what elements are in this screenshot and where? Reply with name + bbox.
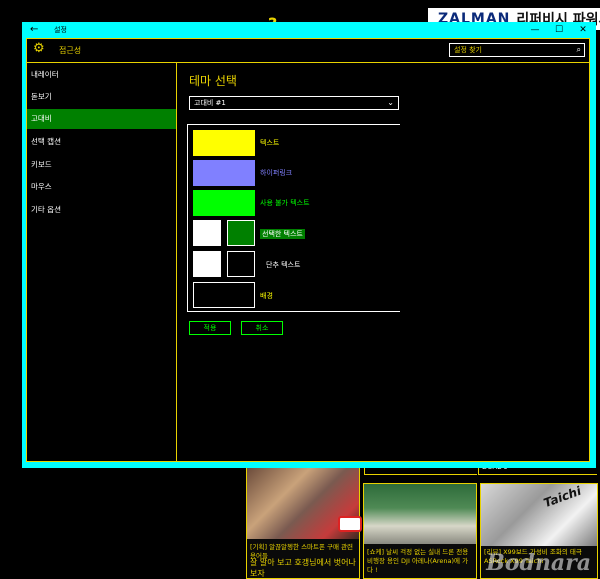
selected-text-background-swatch[interactable] <box>227 220 255 246</box>
button-text-label: 단추 텍스트 <box>266 261 301 269</box>
news-thumb <box>364 484 476 544</box>
sidebar-item-other-options[interactable]: 기타 옵션 <box>27 200 176 220</box>
sidebar: 내레이터 돋보기 고대비 선택 캡션 키보드 마우스 기타 옵션 <box>27 63 177 461</box>
text-color-swatch[interactable] <box>193 130 255 156</box>
hyperlink-color-label: 하이퍼링크 <box>260 169 293 177</box>
hyperlink-color-swatch[interactable] <box>193 160 255 186</box>
page-title: 테마 선택 <box>189 74 237 88</box>
sidebar-item-mouse[interactable]: 마우스 <box>27 177 176 197</box>
gear-icon: ⚙ <box>33 41 45 56</box>
minimize-button[interactable]: — <box>524 22 546 38</box>
window-title: 설정 <box>54 26 67 34</box>
sidebar-item-keyboard[interactable]: 키보드 <box>27 155 176 175</box>
disabled-text-color-label: 사용 불가 텍스트 <box>260 199 310 207</box>
cancel-button[interactable]: 취소 <box>241 321 283 335</box>
news-card-asrock[interactable]: Taichi [리뷰] X99보드 가성비 조화의 태극 ASRock X99 … <box>480 483 598 579</box>
sidebar-item-closed-captions[interactable]: 선택 캡션 <box>27 132 176 152</box>
apply-button[interactable]: 적용 <box>189 321 231 335</box>
news-caption: [쇼케] 날씨 걱정 없는 실내 드론 전용 비행장 용인 DJI 아레나(Ar… <box>367 548 469 574</box>
search-placeholder: 설정 찾기 <box>454 46 482 54</box>
selected-text-label: 선택한 텍스트 <box>260 229 305 239</box>
news-card-drone-arena[interactable]: [쇼케] 날씨 걱정 없는 실내 드론 전용 비행장 용인 DJI 아레나(Ar… <box>363 483 477 579</box>
sidebar-item-magnifier[interactable]: 돋보기 <box>27 87 176 107</box>
theme-color-panel: 텍스트 하이퍼링크 사용 불가 텍스트 선택한 텍스트 단추 텍스트 배경 <box>187 124 400 312</box>
settings-window: ← 설정 — ☐ ✕ ⚙ 접근성 설정 찾기 ⌕ 내레이터 돋보기 고대비 선택… <box>22 22 596 468</box>
main-content: 테마 선택 고대비 #1 ⌄ 텍스트 하이퍼링크 사용 불가 텍스트 선택한 텍… <box>177 63 589 461</box>
comment-bubble-icon <box>338 516 362 532</box>
sidebar-item-narrator[interactable]: 내레이터 <box>27 65 176 85</box>
disabled-text-color-swatch[interactable] <box>193 190 255 216</box>
settings-body: ⚙ 접근성 설정 찾기 ⌕ 내레이터 돋보기 고대비 선택 캡션 키보드 마우스… <box>26 38 590 462</box>
title-bar[interactable]: ← 설정 — ☐ ✕ <box>22 22 596 38</box>
news-caption-sub: 잘 알아 보고 호갱님에서 벗어나보자 <box>250 558 356 578</box>
theme-select-value: 고대비 #1 <box>194 99 226 107</box>
text-color-label: 텍스트 <box>260 139 280 147</box>
maximize-button[interactable]: ☐ <box>548 22 570 38</box>
chevron-down-icon: ⌄ <box>387 98 394 107</box>
search-input[interactable]: 설정 찾기 ⌕ <box>449 43 585 57</box>
app-header: ⚙ 접근성 설정 찾기 ⌕ <box>27 39 589 63</box>
selected-text-foreground-swatch[interactable] <box>193 220 221 246</box>
background-color-label: 배경 <box>260 292 273 300</box>
app-title: 접근성 <box>59 46 82 55</box>
search-icon[interactable]: ⌕ <box>577 44 581 56</box>
button-text-foreground-swatch[interactable] <box>193 251 221 277</box>
theme-select[interactable]: 고대비 #1 ⌄ <box>189 96 399 110</box>
close-button[interactable]: ✕ <box>572 22 594 38</box>
back-arrow-icon[interactable]: ← <box>30 23 38 37</box>
button-text-background-swatch[interactable] <box>227 251 255 277</box>
background-color-swatch[interactable] <box>193 282 255 308</box>
sidebar-item-high-contrast[interactable]: 고대비 <box>27 109 176 129</box>
watermark: Bodnara <box>486 550 591 576</box>
